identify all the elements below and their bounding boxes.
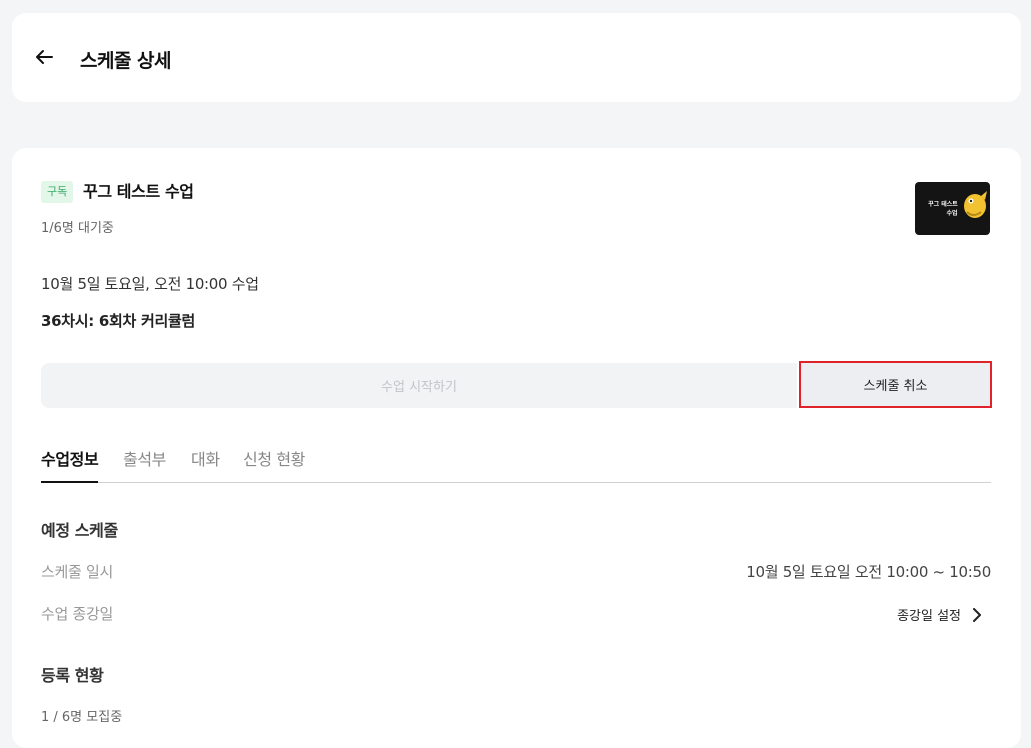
start-class-button[interactable]: 수업 시작하기 (41, 363, 797, 408)
schedule-datetime-label: 스케줄 일시 (41, 563, 113, 581)
schedule-summary: 10월 5일 토요일, 오전 10:00 수업 (41, 275, 259, 293)
tab-attendance[interactable]: 출석부 (123, 447, 166, 483)
tab-chat[interactable]: 대화 (191, 447, 220, 483)
planned-schedule-title: 예정 스케줄 (41, 521, 118, 540)
registration-title: 등록 현황 (41, 666, 104, 685)
curriculum-summary: 36차시: 6회차 커리큘럼 (41, 312, 195, 330)
set-end-date-link[interactable]: 종강일 설정 (897, 605, 983, 624)
schedule-datetime-value: 10월 5일 토요일 오전 10:00 ~ 10:50 (746, 563, 991, 581)
recruitment-status: 1 / 6명 모집중 (41, 710, 123, 725)
class-thumbnail: 꾸그 테스트 수업 (915, 182, 990, 235)
class-end-date-label: 수업 종강일 (41, 605, 113, 623)
chevron-right-icon (973, 607, 981, 622)
waiting-count: 1/6명 대기중 (41, 221, 114, 236)
cancel-schedule-button[interactable]: 스케줄 취소 (799, 361, 992, 408)
tab-bar: 수업정보 출석부 대화 신청 현황 (41, 447, 991, 483)
set-end-date-label: 종강일 설정 (897, 609, 961, 624)
subscription-badge: 구독 (41, 181, 74, 203)
tab-class-info[interactable]: 수업정보 (41, 447, 99, 483)
tab-application-status[interactable]: 신청 현황 (243, 447, 305, 483)
arrow-left-icon[interactable] (32, 45, 56, 69)
page-title: 스케줄 상세 (80, 50, 172, 72)
class-title: 꾸그 테스트 수업 (83, 182, 194, 201)
mascot-icon (964, 191, 987, 218)
